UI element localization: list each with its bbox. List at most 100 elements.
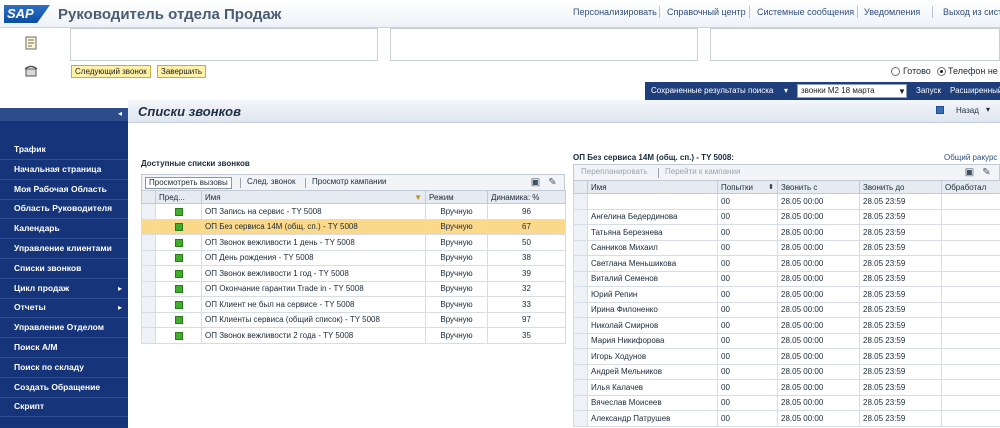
- row-selector[interactable]: [573, 317, 588, 334]
- nav-item[interactable]: Создать Обращение: [0, 378, 128, 398]
- row-selector[interactable]: [573, 224, 588, 241]
- table-row[interactable]: ОП Клиент не был на сервисе - ТY 5008 Вру…: [141, 296, 566, 313]
- row-selector[interactable]: [141, 203, 156, 220]
- chevron-right-icon[interactable]: ▸: [118, 279, 122, 298]
- contact-name-cell[interactable]: Санников Михаил: [587, 239, 718, 256]
- table-row[interactable]: Вячеслав Моисеев 00 28.05 00:00 28.05 23:59: [573, 394, 1000, 411]
- table-row[interactable]: Илья Калачев 00 28.05 00:00 28.05 23:59: [573, 379, 1000, 396]
- help-center-link[interactable]: Справочный центр: [667, 7, 746, 17]
- row-selector[interactable]: [573, 255, 588, 272]
- col-header-name[interactable]: Имя: [587, 180, 718, 194]
- table-row[interactable]: Андрей Мельников 00 28.05 00:00 28.05 23:59: [573, 363, 1000, 380]
- col-header-handled[interactable]: Обработал: [941, 180, 1000, 194]
- table-row[interactable]: Александр Патрушев 00 28.05 00:00 28.05 23:…: [573, 410, 1000, 427]
- contact-name-cell[interactable]: [587, 193, 718, 210]
- list-name-cell[interactable]: ОП День рождения - ТY 5008: [201, 249, 426, 266]
- chevron-right-icon[interactable]: ▸: [118, 298, 122, 317]
- row-selector[interactable]: [141, 296, 156, 313]
- nav-item[interactable]: Моя Рабочая Область: [0, 180, 128, 200]
- contact-name-cell[interactable]: Ирина Филоненко: [587, 301, 718, 318]
- overview-link[interactable]: Общий ракурс: [944, 153, 1000, 162]
- saved-search-select[interactable]: звонки М2 18 марта ▼: [797, 84, 907, 98]
- table-row[interactable]: Санников Михаил 00 28.05 00:00 28.05 23:59: [573, 239, 1000, 256]
- nav-item[interactable]: Календарь: [0, 219, 128, 240]
- system-messages-link[interactable]: Системные сообщения: [757, 7, 854, 17]
- row-select-header[interactable]: [141, 190, 156, 204]
- col-header-priority[interactable]: Пред...: [155, 190, 202, 204]
- nav-collapse-bar[interactable]: ◂: [0, 108, 128, 121]
- row-selector[interactable]: [573, 301, 588, 318]
- table-row[interactable]: Ангелина Бедердинова 00 28.05 00:00 28.05 2…: [573, 208, 1000, 225]
- col-header-call-from[interactable]: Звонить с: [777, 180, 860, 194]
- nav-item[interactable]: Начальная страница: [0, 160, 128, 180]
- contact-name-cell[interactable]: Юрий Репин: [587, 286, 718, 303]
- table-row[interactable]: ОП Запись на сервис - ТY 5008 Вручную 96: [141, 203, 566, 220]
- edit-icon[interactable]: ✎: [981, 167, 992, 178]
- list-name-cell[interactable]: ОП Клиент не был на сервисе - ТY 5008: [201, 296, 426, 313]
- chevron-down-icon[interactable]: ▾: [784, 86, 788, 95]
- list-name-cell[interactable]: ОП Окончание гарантии Trade in - ТY 5008: [201, 280, 426, 297]
- print-icon[interactable]: ▣: [530, 177, 541, 188]
- table-row[interactable]: Мария Никифорова 00 28.05 00:00 28.05 23:59: [573, 332, 1000, 349]
- list-name-cell[interactable]: ОП Без сервиса 14М (общ. сп.) - ТY 5008: [201, 218, 426, 235]
- row-selector[interactable]: [573, 193, 588, 210]
- table-row[interactable]: Игорь Ходунов 00 28.05 00:00 28.05 23:59: [573, 348, 1000, 365]
- nav-item[interactable]: Поиск по складу: [0, 358, 128, 378]
- table-row[interactable]: Виталий Семенов 00 28.05 00:00 28.05 23:59: [573, 270, 1000, 287]
- print-icon[interactable]: ▣: [964, 167, 975, 178]
- row-selector[interactable]: [573, 270, 588, 287]
- list-name-cell[interactable]: ОП Запись на сервис - ТY 5008: [201, 203, 426, 220]
- status-ready-radio[interactable]: [891, 67, 900, 76]
- nav-item[interactable]: Управление клиентами: [0, 239, 128, 259]
- finish-call-button[interactable]: Завершить: [157, 65, 207, 78]
- contact-name-cell[interactable]: Игорь Ходунов: [587, 348, 718, 365]
- personalize-link[interactable]: Персонализировать: [573, 7, 657, 17]
- cti-field-2[interactable]: [390, 28, 698, 61]
- row-selector[interactable]: [573, 394, 588, 411]
- table-row[interactable]: Николай Смирнов 00 28.05 00:00 28.05 23:59: [573, 317, 1000, 334]
- run-search-link[interactable]: Запуск: [916, 86, 941, 95]
- cti-field-3[interactable]: [710, 28, 1000, 61]
- back-button[interactable]: Назад: [956, 106, 979, 115]
- row-selector[interactable]: [573, 348, 588, 365]
- table-row[interactable]: ОП Без сервиса 14М (общ. сп.) - ТY 5008 В…: [141, 218, 566, 235]
- col-header-call-to[interactable]: Звонить до: [859, 180, 942, 194]
- row-selector[interactable]: [573, 410, 588, 427]
- next-call-button[interactable]: Следующий звонок: [71, 65, 151, 78]
- table-row[interactable]: ОП Звонок вежливости 1 год - ТY 5008 Вруч…: [141, 265, 566, 282]
- row-selector[interactable]: [573, 363, 588, 380]
- status-phone-radio[interactable]: [937, 67, 946, 76]
- contact-name-cell[interactable]: Александр Патрушев: [587, 410, 718, 427]
- list-name-cell[interactable]: ОП Звонок вежливости 2 года - ТY 5008: [201, 327, 426, 344]
- contact-name-cell[interactable]: Николай Смирнов: [587, 317, 718, 334]
- sort-icon[interactable]: ⬍: [768, 183, 774, 191]
- view-calls-button[interactable]: Просмотреть вызовы: [145, 177, 232, 189]
- nav-item[interactable]: Трафик: [0, 140, 128, 160]
- row-selector[interactable]: [573, 286, 588, 303]
- nav-item[interactable]: Списки звонков: [0, 259, 128, 279]
- row-selector[interactable]: [573, 379, 588, 396]
- list-name-cell[interactable]: ОП Звонок вежливости 1 день - ТY 5008: [201, 234, 426, 251]
- list-name-cell[interactable]: ОП Клиенты сервиса (общий список) - ТY 5…: [201, 311, 426, 328]
- contact-name-cell[interactable]: Виталий Семенов: [587, 270, 718, 287]
- contact-name-cell[interactable]: Илья Калачев: [587, 379, 718, 396]
- extended-search-link[interactable]: Расширенный: [950, 86, 1000, 95]
- edit-icon[interactable]: ✎: [547, 177, 558, 188]
- next-call-toolbar-button[interactable]: След. звонок: [244, 177, 298, 189]
- contact-name-cell[interactable]: Мария Никифорова: [587, 332, 718, 349]
- col-header-name[interactable]: Имя ▼: [201, 190, 426, 204]
- row-selector[interactable]: [573, 332, 588, 349]
- contact-name-cell[interactable]: Светлана Меньшикова: [587, 255, 718, 272]
- list-name-cell[interactable]: ОП Звонок вежливости 1 год - ТY 5008: [201, 265, 426, 282]
- nav-item[interactable]: Цикл продаж ▸: [0, 279, 128, 299]
- col-header-dynamic[interactable]: Динамика: %: [487, 190, 566, 204]
- row-selector[interactable]: [141, 234, 156, 251]
- table-row[interactable]: Ирина Филоненко 00 28.05 00:00 28.05 23:59: [573, 301, 1000, 318]
- contact-name-cell[interactable]: Вячеслав Моисеев: [587, 394, 718, 411]
- nav-item[interactable]: Управление Отделом: [0, 318, 128, 339]
- contact-name-cell[interactable]: Ангелина Бедердинова: [587, 208, 718, 225]
- nav-item[interactable]: Область Руководителя: [0, 199, 128, 220]
- row-select-header[interactable]: [573, 180, 588, 194]
- row-selector[interactable]: [141, 249, 156, 266]
- filter-icon[interactable]: ▼: [414, 193, 422, 202]
